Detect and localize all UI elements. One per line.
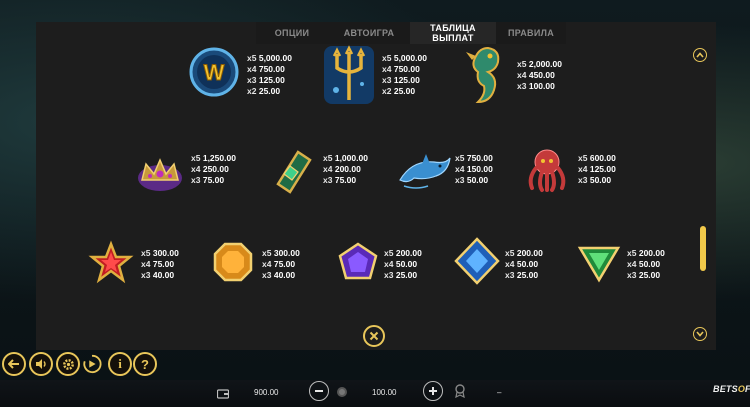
paytable-entry-blue-diamond: x5 200.00 x4 50.00 x3 25.00 [505, 248, 543, 280]
settings-button[interactable] [56, 352, 80, 376]
paytable-entry-trident: x5 5,000.00 x4 750.00 x3 125.00 x2 25.00 [382, 53, 427, 96]
coin-icon [336, 385, 348, 403]
info-button[interactable]: i [108, 352, 132, 376]
help-icon: ? [141, 356, 149, 372]
scroll-up-button[interactable] [693, 48, 707, 62]
tab-rules[interactable]: ПРАВИЛА [496, 22, 566, 44]
tab-autoplay[interactable]: АВТОИГРА [328, 22, 410, 44]
bet-value: 100.00 [372, 388, 397, 397]
blue-diamond-gem-icon [453, 236, 501, 291]
paytable-entry-purple-pentagon: x5 200.00 x4 50.00 x3 25.00 [384, 248, 422, 280]
octopus-icon [522, 144, 572, 199]
increase-bet-button[interactable] [423, 381, 443, 401]
plus-icon [429, 387, 437, 395]
tab-options[interactable]: ОПЦИИ [256, 22, 328, 44]
paytable-entry-orange-octagon: x5 300.00 x4 75.00 x3 40.00 [262, 248, 300, 280]
crown-icon [134, 148, 186, 201]
chevron-up-icon [696, 52, 704, 58]
wallet-icon [216, 386, 230, 404]
paytable-entry-bracer: x5 1,000.00 x4 200.00 x3 75.00 [323, 153, 368, 185]
minus-icon [315, 390, 323, 392]
back-icon [8, 359, 19, 369]
orange-octagon-gem-icon [211, 240, 255, 289]
chevron-down-icon [696, 331, 704, 337]
scrollbar-thumb[interactable] [700, 226, 706, 271]
win-value: – [497, 388, 502, 397]
scroll-down-button[interactable] [693, 327, 707, 341]
trident-icon [322, 44, 376, 111]
help-button[interactable]: ? [133, 352, 157, 376]
bracer-icon [268, 146, 318, 201]
dolphin-icon [396, 150, 452, 199]
paytable-entry-red-star: x5 300.00 x4 75.00 x3 40.00 [141, 248, 179, 280]
info-icon: i [118, 356, 122, 371]
balance-value: 900.00 [254, 388, 279, 397]
purple-pentagon-gem-icon [336, 240, 380, 289]
paytable-entry-octopus: x5 600.00 x4 125.00 x3 50.00 [578, 153, 616, 185]
svg-text:W: W [204, 60, 225, 85]
sound-button[interactable] [29, 352, 53, 376]
seahorse-icon [458, 42, 510, 113]
decrease-bet-button[interactable] [309, 381, 329, 401]
paytable-entry-seahorse: x5 2,000.00 x4 450.00 x3 100.00 [517, 59, 562, 91]
tab-bar: ОПЦИИ АВТОИГРА ТАБЛИЦА ВЫПЛАТ ПРАВИЛА [256, 22, 566, 44]
paytable-entry-green-triangle: x5 200.00 x4 50.00 x3 25.00 [627, 248, 665, 280]
wild-w-icon: W [188, 46, 240, 103]
paytable-entry-dolphin: x5 750.00 x4 150.00 x3 50.00 [455, 153, 493, 185]
paytable-entry-crown: x5 1,250.00 x4 250.00 x3 75.00 [191, 153, 236, 185]
red-star-gem-icon [88, 240, 134, 291]
back-button[interactable] [2, 352, 26, 376]
autoplay-icon [83, 354, 102, 374]
paytable-entry-wild: x5 5,000.00 x4 750.00 x3 125.00 x2 25.00 [247, 53, 292, 96]
close-icon [369, 331, 379, 341]
settings-icon [62, 358, 74, 370]
green-triangle-gem-icon [577, 240, 621, 289]
tab-paytable[interactable]: ТАБЛИЦА ВЫПЛАТ [410, 22, 496, 44]
sound-icon [35, 359, 46, 369]
close-paytable-button[interactable] [363, 325, 385, 347]
autoplay-button[interactable] [80, 352, 104, 376]
betsoft-logo: BETSOFT [713, 384, 750, 394]
win-badge-icon [454, 384, 466, 403]
